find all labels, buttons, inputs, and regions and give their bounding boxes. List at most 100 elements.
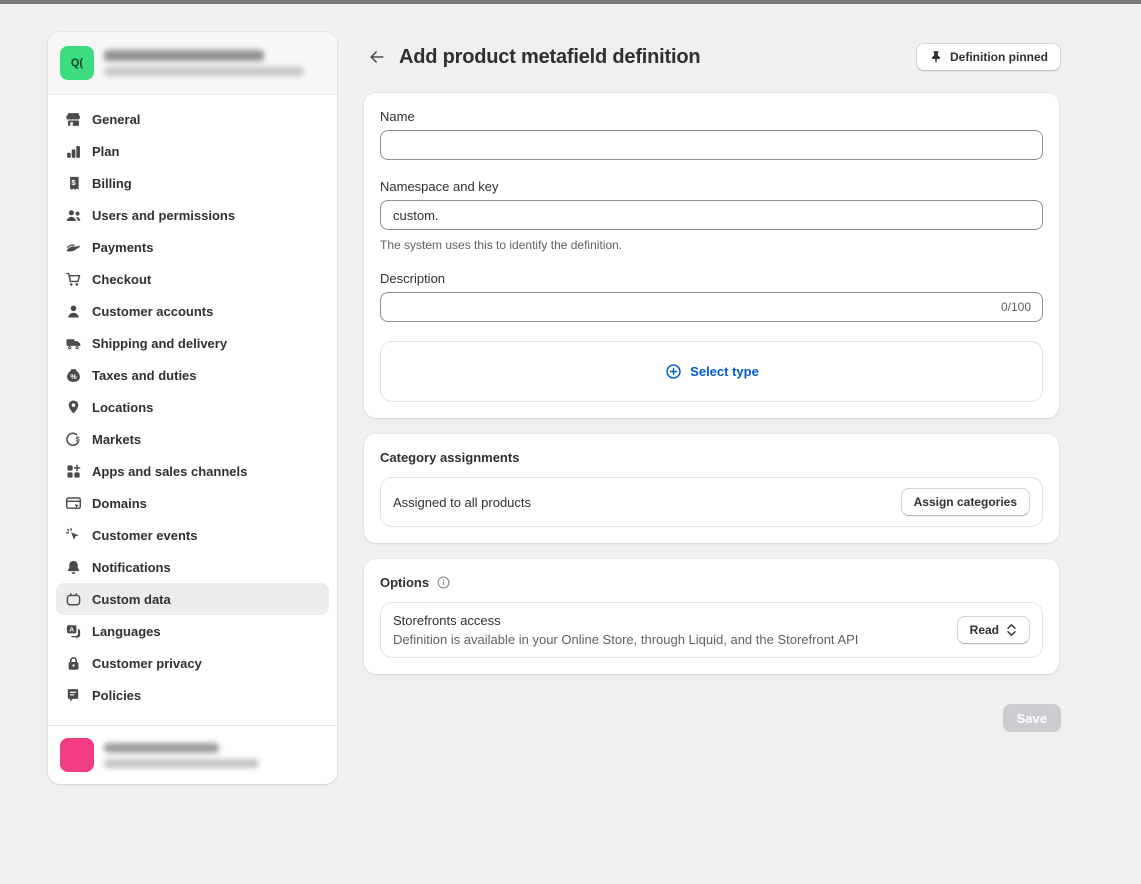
markets-icon: $ — [64, 430, 82, 448]
apps-icon — [64, 462, 82, 480]
sidebar-item-label: Languages — [92, 624, 161, 639]
description-field: Description 0/100 — [380, 271, 1043, 322]
pin-icon — [929, 50, 943, 64]
store-header[interactable]: Q( — [48, 32, 337, 95]
sidebar-item-custom-data[interactable]: Custom data — [56, 583, 329, 615]
sidebar-item-label: Policies — [92, 688, 141, 703]
svg-text:%: % — [70, 372, 77, 381]
select-type-button[interactable]: Select type — [380, 341, 1043, 402]
sidebar-item-label: Plan — [92, 144, 119, 159]
sidebar-item-label: Locations — [92, 400, 153, 415]
assign-categories-label: Assign categories — [914, 495, 1017, 509]
store-avatar: Q( — [60, 46, 94, 80]
customer-events-icon — [64, 526, 82, 544]
svg-text:$: $ — [75, 434, 79, 443]
storefronts-access-box: Storefronts access Definition is availab… — [380, 602, 1043, 658]
description-input[interactable] — [380, 292, 1043, 322]
back-button[interactable] — [364, 44, 390, 70]
policies-icon — [64, 686, 82, 704]
sidebar-item-label: Markets — [92, 432, 141, 447]
sidebar-item-label: Billing — [92, 176, 132, 191]
sidebar-item-label: Notifications — [92, 560, 171, 575]
user-name-redacted — [104, 743, 219, 753]
checkout-icon — [64, 270, 82, 288]
store-name-redacted — [104, 50, 264, 61]
sidebar-item-customer-accounts[interactable]: Customer accounts — [56, 295, 329, 327]
definition-pinned-button[interactable]: Definition pinned — [916, 43, 1061, 71]
notifications-icon — [64, 558, 82, 576]
shipping-icon — [64, 334, 82, 352]
user-email-redacted — [104, 759, 259, 768]
plus-circle-icon — [664, 363, 682, 381]
sidebar-item-customer-events[interactable]: Customer events — [56, 519, 329, 551]
sidebar-item-markets[interactable]: $ Markets — [56, 423, 329, 455]
definition-form-card: Name Namespace and key The system uses t… — [364, 93, 1059, 418]
name-field: Name — [380, 109, 1043, 160]
namespace-input[interactable] — [380, 200, 1043, 230]
save-button[interactable]: Save — [1003, 704, 1061, 732]
storefronts-access-value: Read — [970, 623, 999, 637]
description-label: Description — [380, 271, 1043, 286]
name-label: Name — [380, 109, 1043, 124]
sidebar-item-customer-privacy[interactable]: Customer privacy — [56, 647, 329, 679]
select-chevrons-icon — [1006, 623, 1017, 637]
sidebar-item-checkout[interactable]: Checkout — [56, 263, 329, 295]
domains-icon — [64, 494, 82, 512]
sidebar-item-label: Custom data — [92, 592, 171, 607]
sidebar-item-notifications[interactable]: Notifications — [56, 551, 329, 583]
plan-icon — [64, 142, 82, 160]
sidebar-item-languages[interactable]: A Languages — [56, 615, 329, 647]
sidebar-item-users-and-permissions[interactable]: Users and permissions — [56, 199, 329, 231]
sidebar-item-general[interactable]: General — [56, 103, 329, 135]
page-title: Add product metafield definition — [399, 46, 700, 69]
custom-data-icon — [64, 590, 82, 608]
users-icon — [64, 206, 82, 224]
options-card: Options Storefronts access Definition is… — [364, 559, 1059, 674]
sidebar-item-label: Taxes and duties — [92, 368, 197, 383]
namespace-field: Namespace and key The system uses this t… — [380, 179, 1043, 252]
sidebar-item-domains[interactable]: Domains — [56, 487, 329, 519]
sidebar-item-plan[interactable]: Plan — [56, 135, 329, 167]
settings-sidebar: Q( GeneralPlan$BillingUsers and permissi… — [48, 32, 337, 784]
storefronts-access-select[interactable]: Read — [957, 616, 1030, 644]
storefronts-access-description: Definition is available in your Online S… — [393, 632, 957, 647]
sidebar-item-shipping-and-delivery[interactable]: Shipping and delivery — [56, 327, 329, 359]
sidebar-item-apps-and-sales-channels[interactable]: Apps and sales channels — [56, 455, 329, 487]
main-content: Add product metafield definition Definit… — [364, 42, 1061, 732]
store-icon — [64, 110, 82, 128]
sidebar-item-locations[interactable]: Locations — [56, 391, 329, 423]
sidebar-nav: GeneralPlan$BillingUsers and permissions… — [48, 95, 337, 725]
options-title: Options — [380, 575, 429, 590]
assign-categories-button[interactable]: Assign categories — [901, 488, 1030, 516]
sidebar-item-policies[interactable]: Policies — [56, 679, 329, 711]
user-footer[interactable] — [48, 725, 337, 784]
sidebar-item-label: Domains — [92, 496, 147, 511]
definition-pinned-label: Definition pinned — [950, 50, 1048, 64]
info-icon[interactable] — [436, 575, 451, 590]
sidebar-item-label: Shipping and delivery — [92, 336, 227, 351]
user-avatar — [60, 738, 94, 772]
sidebar-item-label: Customer privacy — [92, 656, 202, 671]
name-input[interactable] — [380, 130, 1043, 160]
sidebar-item-label: Checkout — [92, 272, 151, 287]
save-row: Save — [364, 704, 1061, 732]
sidebar-item-label: Customer events — [92, 528, 197, 543]
category-status-text: Assigned to all products — [393, 495, 901, 510]
sidebar-item-taxes-and-duties[interactable]: % Taxes and duties — [56, 359, 329, 391]
category-assignments-card: Category assignments Assigned to all pro… — [364, 434, 1059, 543]
sidebar-item-payments[interactable]: Payments — [56, 231, 329, 263]
sidebar-item-label: Customer accounts — [92, 304, 213, 319]
sidebar-item-label: General — [92, 112, 140, 127]
languages-icon: A — [64, 622, 82, 640]
sidebar-item-label: Apps and sales channels — [92, 464, 247, 479]
taxes-icon: % — [64, 366, 82, 384]
namespace-label: Namespace and key — [380, 179, 1043, 194]
select-type-label: Select type — [690, 364, 759, 379]
locations-icon — [64, 398, 82, 416]
sidebar-item-label: Payments — [92, 240, 153, 255]
category-assignment-box: Assigned to all products Assign categori… — [380, 477, 1043, 527]
sidebar-item-billing[interactable]: $Billing — [56, 167, 329, 199]
page-header: Add product metafield definition Definit… — [364, 42, 1061, 72]
options-title-row: Options — [380, 575, 1043, 590]
sidebar-item-label: Users and permissions — [92, 208, 235, 223]
